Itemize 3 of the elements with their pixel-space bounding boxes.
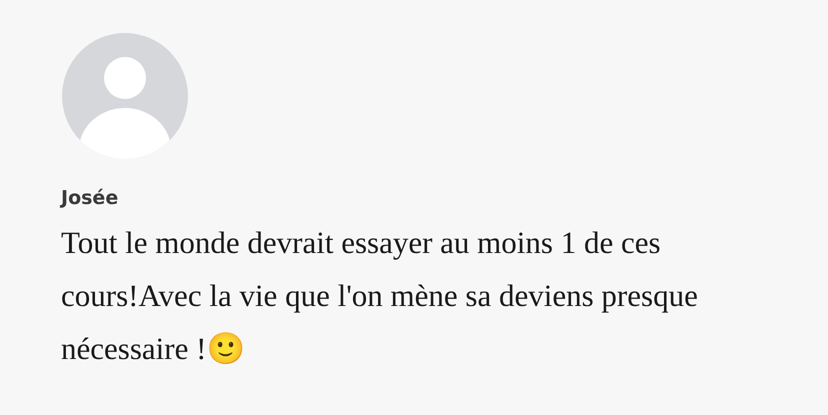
avatar-icon bbox=[61, 32, 189, 160]
comment-text: Tout le monde devrait essayer au moins 1 de ces cours!Avec la vie que l'on mène sa deviens presque nécessaire !🙂 bbox=[61, 224, 699, 368]
author-name: Josée bbox=[61, 186, 120, 210]
